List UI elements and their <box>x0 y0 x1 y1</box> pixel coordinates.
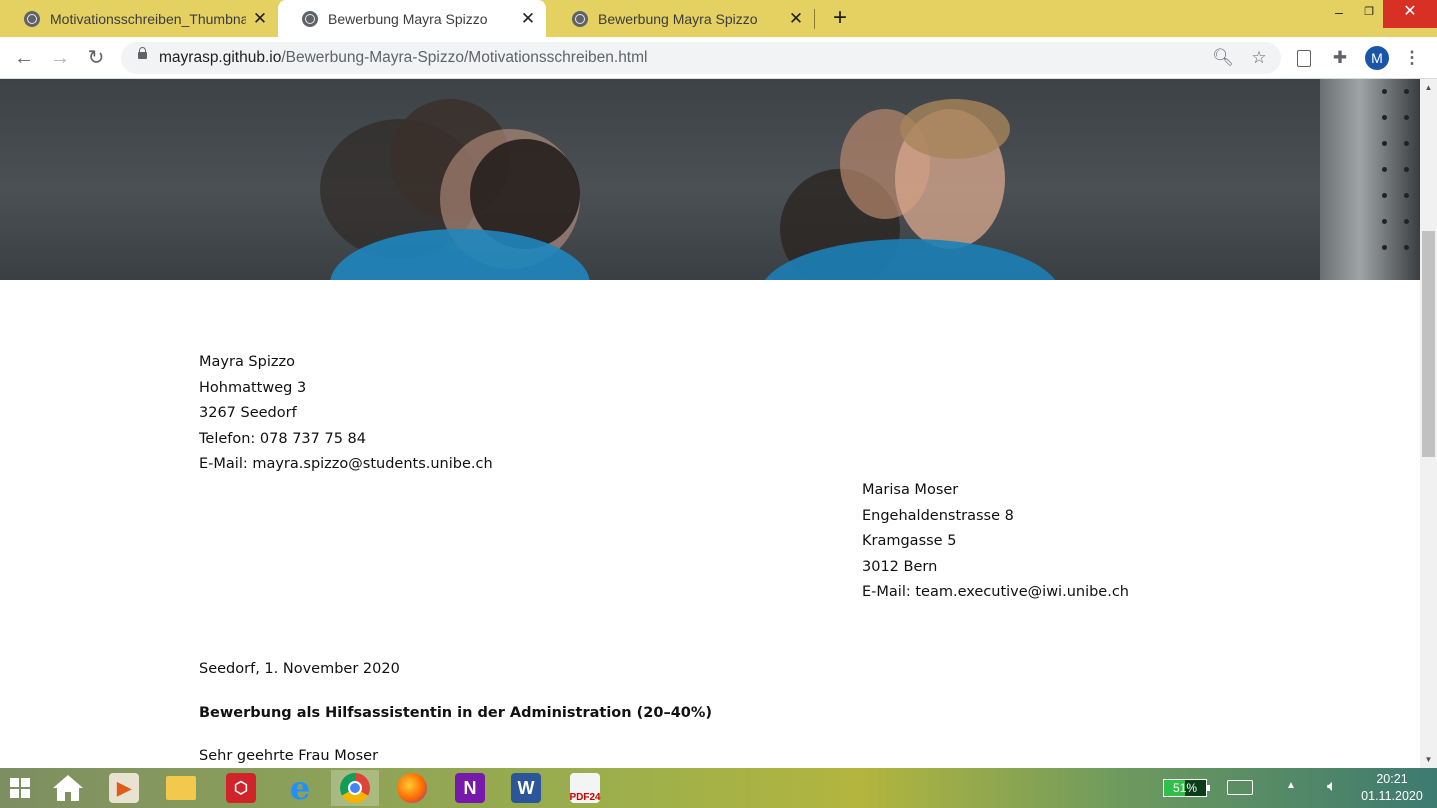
onenote-icon[interactable]: N <box>450 770 490 806</box>
forward-arrow-icon[interactable]: → <box>48 46 72 70</box>
recipient-email: E-Mail: team.executive@iwi.unibe.ch <box>862 584 1129 600</box>
tab-title: Bewerbung Mayra Spizzo <box>598 10 758 27</box>
letter-date: Seedorf, 1. November 2020 <box>199 661 400 677</box>
pdf24-icon[interactable]: PDF24 <box>565 770 605 806</box>
tab-motivationsschreiben-thumbnail[interactable]: Motivationsschreiben_Thumbnail ✕ <box>0 0 278 37</box>
wall-panel <box>1320 79 1420 280</box>
hero-banner-image <box>0 79 1420 280</box>
url-host: mayrasp.github.io <box>159 49 282 66</box>
tab-title: Motivationsschreiben_Thumbnail <box>50 10 246 27</box>
minimize-window-button[interactable]: – <box>1322 0 1356 28</box>
word-icon[interactable]: W <box>506 770 546 806</box>
extensions-puzzle-icon[interactable]: ✚ <box>1328 46 1352 70</box>
home-icon[interactable] <box>48 770 88 806</box>
tab-bewerbung[interactable]: Bewerbung Mayra Spizzo ✕ <box>548 0 814 37</box>
browser-toolbar: ← → ↻ mayrasp.github.io/Bewerbung-Mayra-… <box>0 37 1437 79</box>
recipient-city: 3012 Bern <box>862 559 938 575</box>
letter-subject: Bewerbung als Hilfsassistentin in der Ad… <box>199 705 713 721</box>
page-viewport: Mayra Spizzo Hohmattweg 3 3267 Seedorf T… <box>0 79 1420 768</box>
scroll-thumb[interactable] <box>1422 231 1435 457</box>
file-explorer-icon[interactable] <box>161 770 201 806</box>
show-hidden-icons-arrow-icon[interactable]: ▲ <box>1286 780 1296 791</box>
tab-separator <box>814 9 815 29</box>
tab-title: Bewerbung Mayra Spizzo <box>328 10 488 27</box>
clock-time: 20:21 <box>1376 772 1408 786</box>
system-clock[interactable]: 20:21 01.11.2020 <box>1350 771 1434 805</box>
url-path: /Bewerbung-Mayra-Spizzo/Motivationsschre… <box>281 49 648 66</box>
reload-icon[interactable]: ↻ <box>84 46 108 70</box>
url-text[interactable]: mayrasp.github.io/Bewerbung-Mayra-Spizzo… <box>159 42 647 74</box>
scroll-down-arrow-icon[interactable]: ▼ <box>1420 751 1437 768</box>
media-player-icon[interactable]: ▶ <box>104 770 144 806</box>
internet-explorer-icon[interactable]: e <box>280 769 320 807</box>
close-tab-icon[interactable]: ✕ <box>252 10 268 27</box>
sender-phone: Telefon: 078 737 75 84 <box>199 431 367 447</box>
globe-icon <box>24 10 40 27</box>
globe-icon <box>302 10 318 27</box>
chrome-icon[interactable] <box>331 770 379 806</box>
lock-icon[interactable] <box>138 47 147 59</box>
restore-window-button[interactable]: ❐ <box>1352 0 1386 28</box>
address-bar[interactable]: mayrasp.github.io/Bewerbung-Mayra-Spizzo… <box>121 42 1281 74</box>
recipient-name: Marisa Moser <box>862 482 959 498</box>
recipient-street-2: Kramgasse 5 <box>862 533 957 549</box>
close-tab-icon[interactable]: ✕ <box>788 10 804 27</box>
3d-app-icon[interactable]: ⬡ <box>221 770 261 806</box>
kebab-menu-icon[interactable]: ⋮ <box>1400 46 1424 70</box>
tab-strip: Motivationsschreiben_Thumbnail ✕ Bewerbu… <box>0 0 1437 37</box>
clock-date: 01.11.2020 <box>1361 789 1423 803</box>
close-tab-icon[interactable]: ✕ <box>520 10 536 27</box>
touch-keyboard-icon[interactable] <box>1227 780 1253 795</box>
globe-icon <box>572 10 588 27</box>
sender-email: E-Mail: mayra.spizzo@students.unibe.ch <box>199 456 493 472</box>
letter-salutation: Sehr geehrte Frau Moser <box>199 748 379 764</box>
firefox-icon[interactable] <box>392 770 432 806</box>
sender-city: 3267 Seedorf <box>199 405 297 421</box>
close-window-button[interactable]: ✕ <box>1383 0 1437 28</box>
back-arrow-icon[interactable]: ← <box>12 46 36 70</box>
profile-avatar[interactable]: M <box>1365 46 1389 70</box>
scroll-up-arrow-icon[interactable]: ▲ <box>1420 79 1437 96</box>
sender-street: Hohmattweg 3 <box>199 380 307 396</box>
new-tab-plus-icon[interactable]: + <box>828 6 852 30</box>
start-button[interactable] <box>0 770 40 806</box>
windows-logo-icon <box>10 778 30 798</box>
recipient-street: Engehaldenstrasse 8 <box>862 508 1014 524</box>
volume-speaker-icon[interactable]: 🔈︎ <box>1327 778 1337 796</box>
sender-name: Mayra Spizzo <box>199 354 295 370</box>
zoom-magnifier-icon[interactable]: 🔍︎ <box>1211 46 1235 70</box>
battery-indicator[interactable]: 51% <box>1163 779 1210 797</box>
reading-list-icon[interactable] <box>1292 46 1316 70</box>
vertical-scrollbar[interactable]: ▲ ▼ <box>1420 79 1437 768</box>
battery-percent: 51% <box>1172 781 1198 795</box>
tab-bewerbung-active[interactable]: Bewerbung Mayra Spizzo ✕ <box>278 0 546 37</box>
bookmark-star-icon[interactable]: ☆ <box>1247 46 1271 70</box>
windows-taskbar: ▶ ⬡ e N W PDF24 51% ▲ 🔈︎ 20:21 01.11.202… <box>0 768 1437 808</box>
